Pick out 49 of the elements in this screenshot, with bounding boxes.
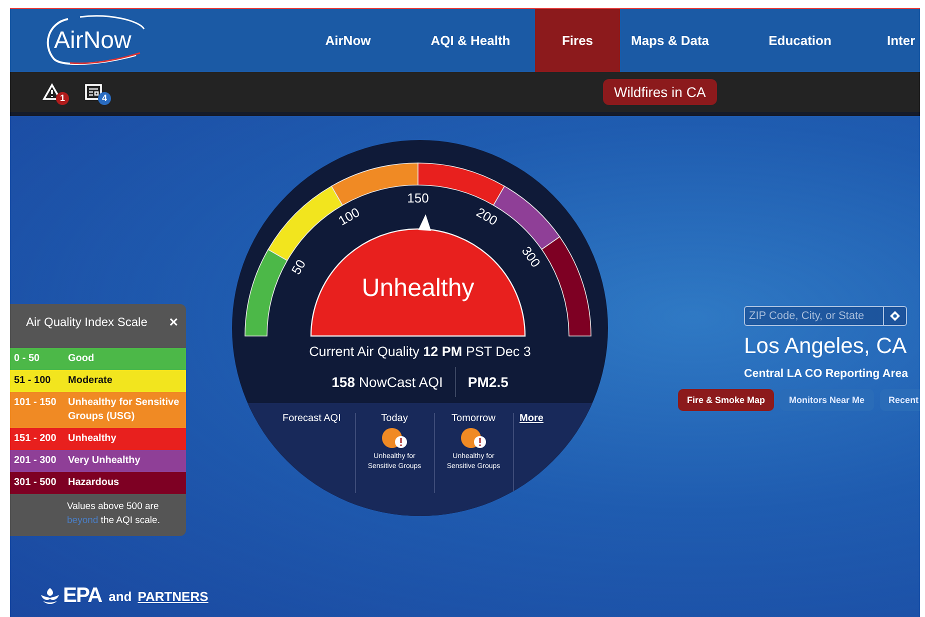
gauge-tick-label: 50 <box>288 256 309 277</box>
nowcast-aqi: 158 NowCast AQI <box>332 367 456 397</box>
aqi-category: Unhealthy for Sensitive Groups (USG) <box>68 396 180 424</box>
search-field[interactable]: ZIP Code, City, or State <box>744 306 907 326</box>
nav-tab[interactable]: AirNow <box>290 9 406 72</box>
nav-tab[interactable]: Fires <box>535 9 620 72</box>
aqi-range: 51 - 100 <box>14 374 52 388</box>
pollutant: PM2.5 <box>466 374 508 390</box>
current-air-quality: Current Air Quality 12 PM PST Dec 3 <box>309 344 531 359</box>
count-badge: 4 <box>98 92 111 105</box>
aqi-category: Good <box>68 352 96 366</box>
forecast-label: Forecast AQI <box>282 413 341 424</box>
location-button[interactable]: Recent <box>880 389 920 411</box>
airnow-logo[interactable]: AirNow <box>40 9 180 72</box>
gauge-tick-label: 200 <box>474 204 500 228</box>
aqi-category: Very Unhealthy <box>68 454 142 468</box>
count-badge: 1 <box>56 92 69 105</box>
nav-tab[interactable]: Education <box>720 9 880 72</box>
aqi-range: 201 - 300 <box>14 454 58 468</box>
reporting-area: Central LA CO Reporting Area <box>744 368 908 380</box>
partners-link[interactable]: PARTNERS <box>138 588 208 604</box>
aqi-range: 101 - 150 <box>14 396 58 410</box>
aqi-category: Unhealthy <box>362 274 474 302</box>
and-text: and <box>108 588 132 604</box>
nav-tab[interactable]: Inter <box>880 9 916 72</box>
location-button[interactable]: Fire & Smoke Map <box>678 389 774 411</box>
gauge-tick-label: 150 <box>407 190 429 206</box>
location-button[interactable]: Monitors Near Me <box>780 389 874 411</box>
city-name: Los Angeles, CA <box>744 333 907 359</box>
panel-title: Air Quality Index Scale <box>26 315 148 329</box>
aqi-range: 301 - 500 <box>14 476 58 490</box>
aqi-category: Moderate <box>68 374 114 388</box>
aqi-category: Unhealthy <box>68 432 118 446</box>
epa-logo-text: EPA <box>63 584 102 608</box>
nav-tab[interactable]: Maps & Data <box>620 9 720 72</box>
close-button[interactable]: × <box>169 314 178 330</box>
gauge-tick-label: 100 <box>336 204 362 228</box>
aqi-range: 151 - 200 <box>14 432 58 446</box>
aqi-category: Hazardous <box>68 476 120 490</box>
nav-tab[interactable]: AQI & Health <box>406 9 535 72</box>
forecast-day: Tomorrow <box>452 413 496 424</box>
document-icon[interactable] <box>84 83 104 101</box>
alert-banner[interactable]: Wildfires in CA <box>603 79 717 105</box>
more-link[interactable]: More <box>520 413 544 424</box>
scale-note: Values above 500 are beyond the AQI scale. <box>66 500 161 528</box>
flower-icon <box>40 587 60 605</box>
gauge-tick-label: 300 <box>518 244 544 270</box>
forecast-day: Today <box>381 413 408 424</box>
aqi-range: 0 - 50 <box>14 352 41 366</box>
